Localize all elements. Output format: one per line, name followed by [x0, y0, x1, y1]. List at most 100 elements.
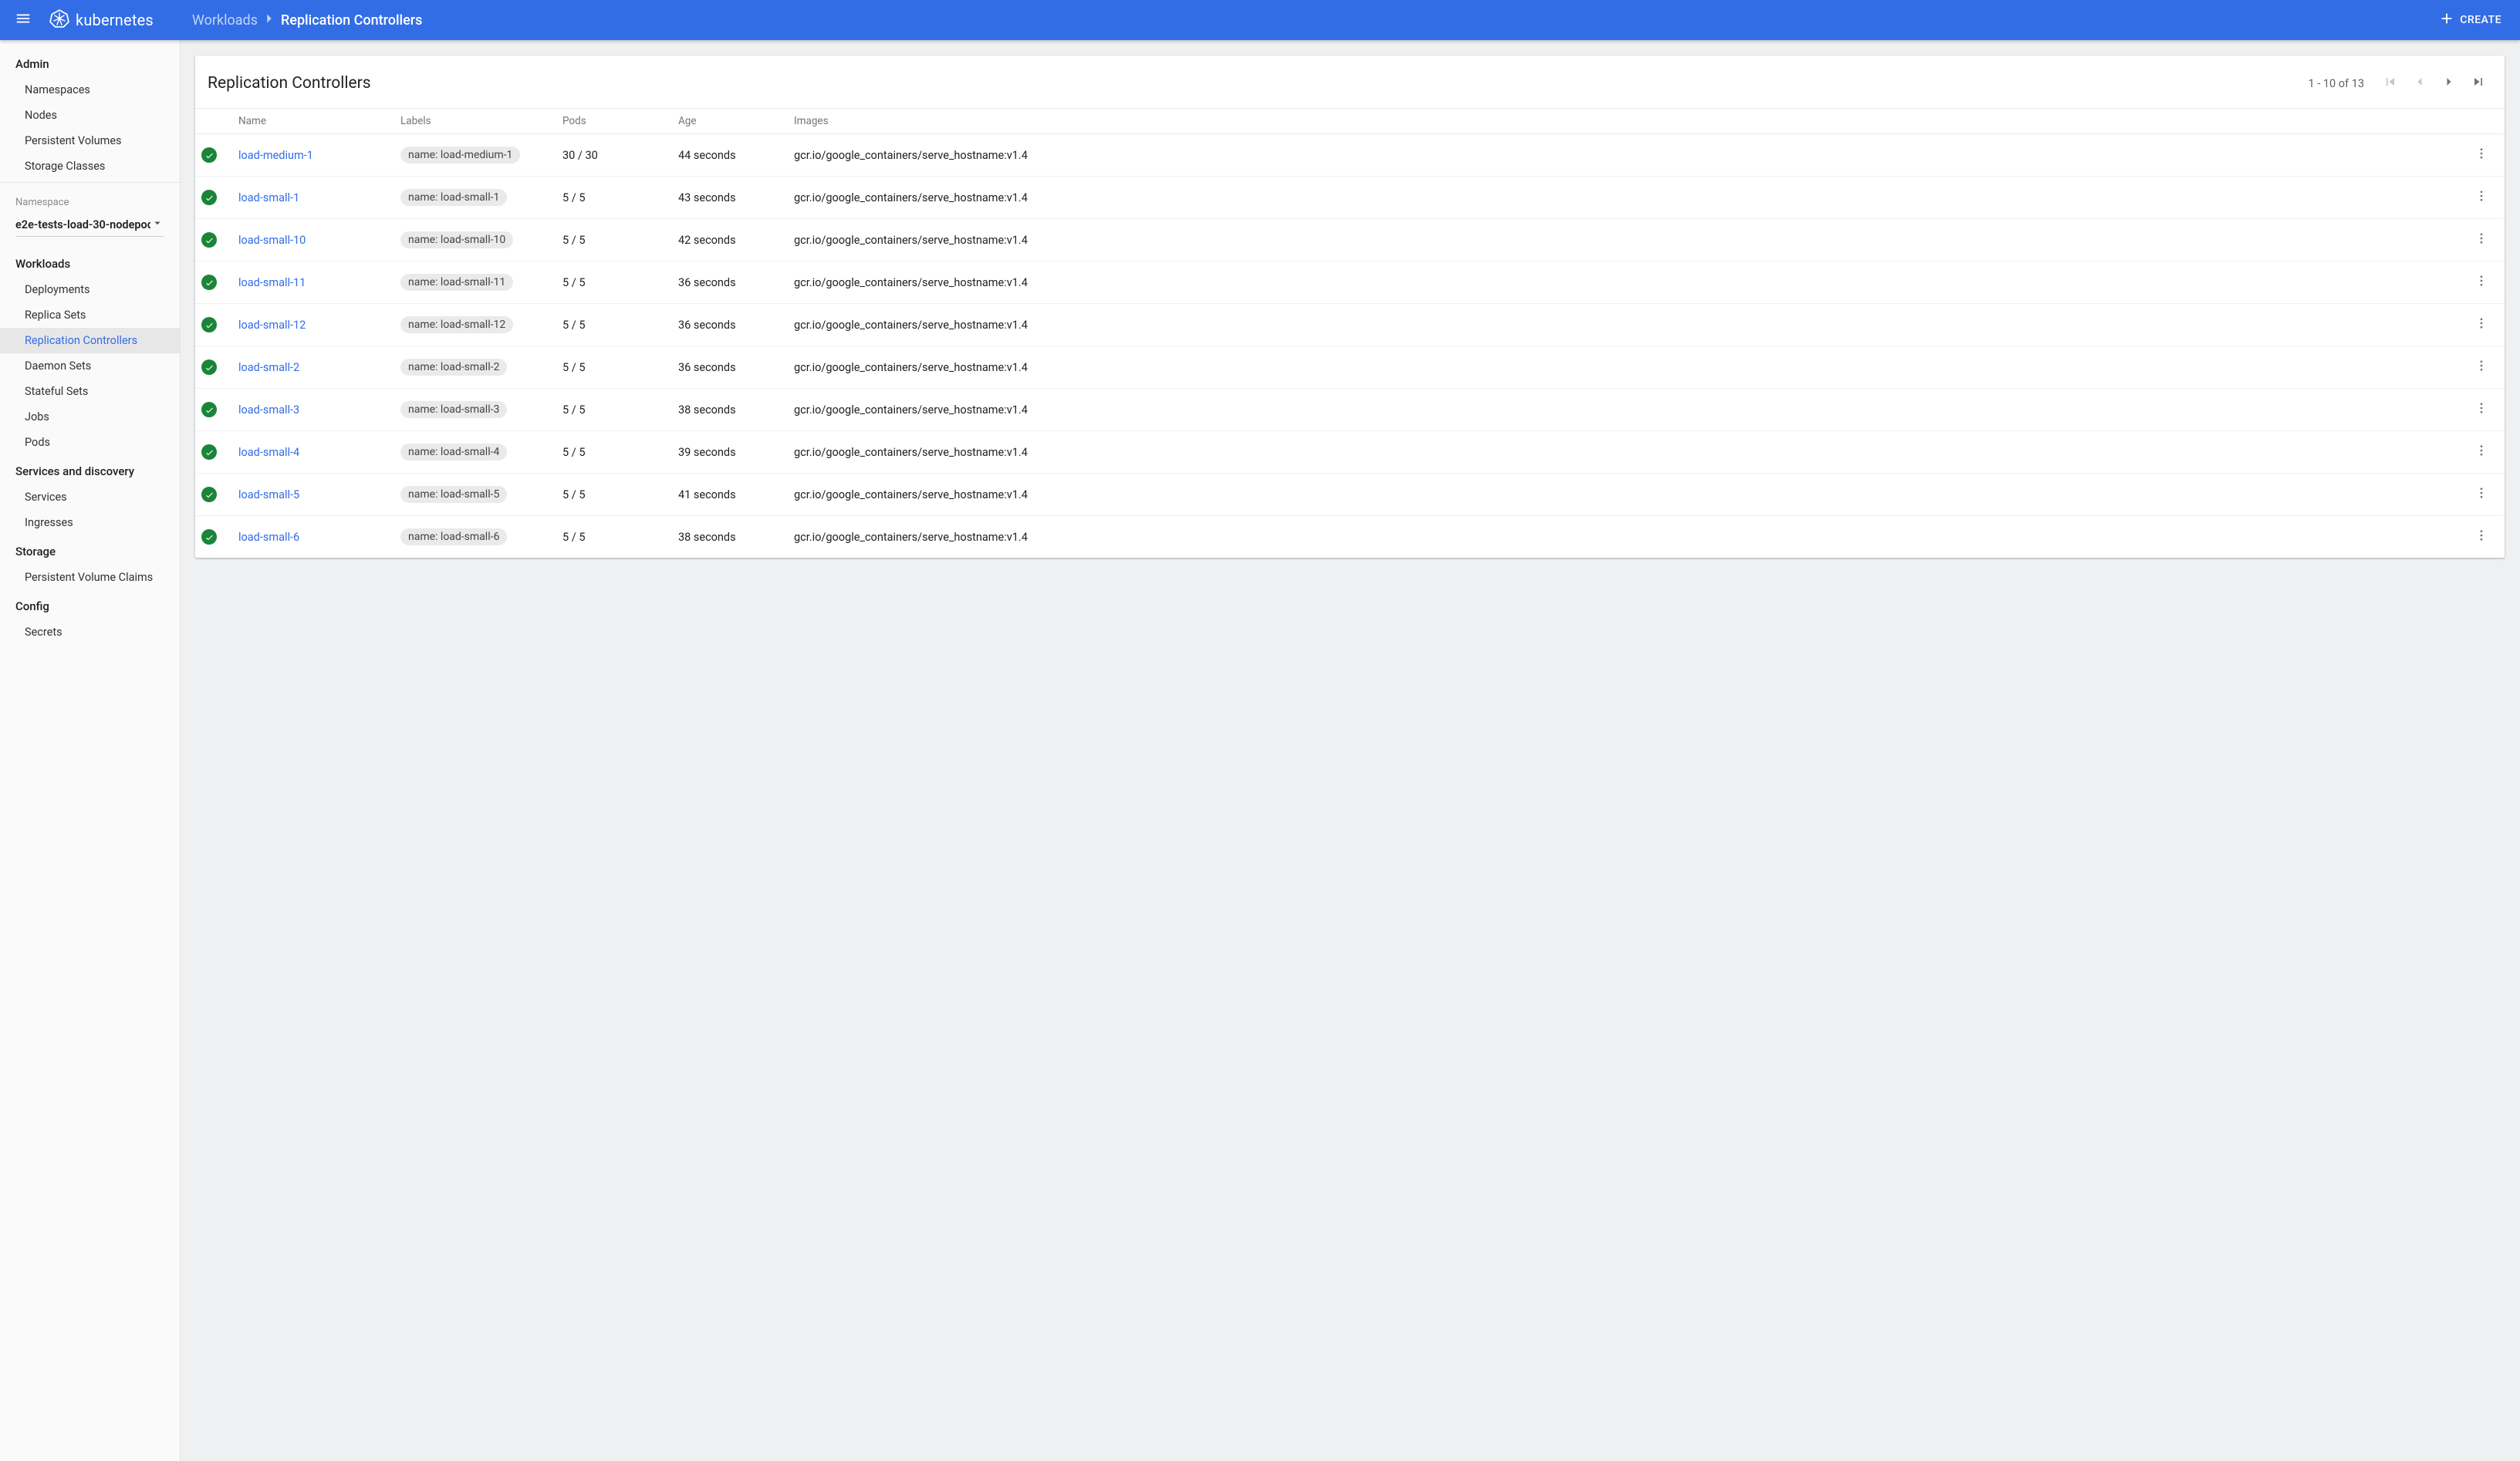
row-actions-button[interactable] [2468, 396, 2495, 423]
rc-name-link[interactable]: load-small-12 [238, 319, 306, 332]
breadcrumb: Workloads Replication Controllers [192, 10, 422, 31]
row-actions-button[interactable] [2468, 353, 2495, 381]
age-cell: 36 seconds [672, 261, 788, 304]
rc-name-link[interactable]: load-small-3 [238, 403, 299, 417]
pagination: 1 - 10 of 13 [2309, 69, 2492, 97]
rc-name-link[interactable]: load-small-1 [238, 191, 299, 204]
row-actions-button[interactable] [2468, 268, 2495, 296]
image-cell: gcr.io/google_containers/serve_hostname:… [788, 516, 2466, 558]
row-actions-button[interactable] [2468, 438, 2495, 466]
pagination-last-button[interactable] [2464, 69, 2492, 97]
sidebar-item-persistent-volumes[interactable]: Persistent Volumes [0, 128, 180, 154]
table-row: load-small-1name: load-small-15 / 543 se… [195, 177, 2505, 219]
status-ok-icon [201, 232, 217, 248]
label-chip: name: load-small-4 [400, 444, 507, 461]
rc-list-card: Replication Controllers 1 - 10 of 13 [195, 56, 2505, 558]
pods-cell: 5 / 5 [556, 261, 672, 304]
more-vert-icon [2474, 316, 2488, 333]
sidebar-item-replication-controllers[interactable]: Replication Controllers [0, 328, 180, 353]
age-cell: 38 seconds [672, 389, 788, 431]
label-chip: name: load-medium-1 [400, 147, 520, 164]
create-button[interactable]: CREATE [2430, 5, 2509, 35]
sidebar-item-ingresses[interactable]: Ingresses [0, 510, 180, 535]
app-header: kubernetes Workloads Replication Control… [0, 0, 2520, 40]
sidebar-heading-services-discovery: Services and discovery [0, 455, 180, 484]
age-cell: 44 seconds [672, 134, 788, 177]
label-chip: name: load-small-6 [400, 528, 507, 545]
pods-cell: 5 / 5 [556, 389, 672, 431]
menu-toggle-button[interactable] [8, 5, 39, 35]
namespace-selected: e2e-tests-load-30-nodepods-1- [15, 218, 150, 231]
plus-icon [2438, 10, 2455, 30]
sidebar-item-secrets[interactable]: Secrets [0, 619, 180, 645]
column-header-age[interactable]: Age [672, 109, 788, 134]
sidebar-item-namespaces[interactable]: Namespaces [0, 77, 180, 103]
status-ok-icon [201, 190, 217, 205]
sidebar-item-replica-sets[interactable]: Replica Sets [0, 302, 180, 328]
label-chip: name: load-small-12 [400, 316, 513, 333]
row-actions-button[interactable] [2468, 226, 2495, 254]
column-header-pods[interactable]: Pods [556, 109, 672, 134]
row-actions-button[interactable] [2468, 481, 2495, 508]
status-ok-icon [201, 487, 217, 502]
kubernetes-logo-icon [49, 8, 69, 32]
sidebar-item-pods[interactable]: Pods [0, 430, 180, 455]
image-cell: gcr.io/google_containers/serve_hostname:… [788, 261, 2466, 304]
age-cell: 36 seconds [672, 346, 788, 389]
column-header-labels[interactable]: Labels [394, 109, 556, 134]
image-cell: gcr.io/google_containers/serve_hostname:… [788, 431, 2466, 474]
column-header-images[interactable]: Images [788, 109, 2466, 134]
card-header: Replication Controllers 1 - 10 of 13 [195, 56, 2505, 109]
rc-name-link[interactable]: load-small-10 [238, 234, 306, 247]
row-actions-button[interactable] [2468, 184, 2495, 211]
row-actions-button[interactable] [2468, 311, 2495, 339]
image-cell: gcr.io/google_containers/serve_hostname:… [788, 304, 2466, 346]
column-header-name[interactable]: Name [232, 109, 394, 134]
chevron-left-icon [2412, 74, 2427, 93]
pagination-next-button[interactable] [2435, 69, 2463, 97]
breadcrumb-current: Replication Controllers [281, 12, 422, 29]
table-row: load-small-3name: load-small-35 / 538 se… [195, 389, 2505, 431]
table-row: load-small-11name: load-small-115 / 536 … [195, 261, 2505, 304]
rc-name-link[interactable]: load-small-5 [238, 488, 299, 501]
sidebar-item-deployments[interactable]: Deployments [0, 277, 180, 302]
pods-cell: 30 / 30 [556, 134, 672, 177]
content-area: Replication Controllers 1 - 10 of 13 [180, 40, 2520, 1461]
chevron-right-icon [2441, 74, 2457, 93]
sidebar-item-jobs[interactable]: Jobs [0, 404, 180, 430]
sidebar-heading-admin: Admin [0, 48, 180, 77]
sidebar-item-services[interactable]: Services [0, 484, 180, 510]
more-vert-icon [2474, 274, 2488, 291]
row-actions-button[interactable] [2468, 141, 2495, 169]
pagination-first-button[interactable] [2376, 69, 2404, 97]
rc-name-link[interactable]: load-small-11 [238, 276, 306, 289]
table-row: load-small-5name: load-small-55 / 541 se… [195, 474, 2505, 516]
more-vert-icon [2474, 444, 2488, 461]
brand-text: kubernetes [76, 11, 154, 29]
sidebar-item-stateful-sets[interactable]: Stateful Sets [0, 379, 180, 404]
image-cell: gcr.io/google_containers/serve_hostname:… [788, 389, 2466, 431]
label-chip: name: load-small-2 [400, 359, 507, 376]
rc-name-link[interactable]: load-small-6 [238, 531, 299, 544]
chevron-down-icon [150, 216, 164, 233]
row-actions-button[interactable] [2468, 523, 2495, 551]
sidebar-heading-storage: Storage [0, 535, 180, 565]
chevron-right-icon [258, 10, 281, 31]
rc-name-link[interactable]: load-small-4 [238, 446, 299, 459]
pods-cell: 5 / 5 [556, 516, 672, 558]
rc-name-link[interactable]: load-small-2 [238, 361, 299, 374]
create-button-label: CREATE [2460, 14, 2501, 26]
pagination-prev-button[interactable] [2406, 69, 2434, 97]
age-cell: 36 seconds [672, 304, 788, 346]
breadcrumb-parent[interactable]: Workloads [192, 12, 258, 29]
status-ok-icon [201, 275, 217, 290]
image-cell: gcr.io/google_containers/serve_hostname:… [788, 177, 2466, 219]
sidebar-item-storage-classes[interactable]: Storage Classes [0, 154, 180, 179]
card-title: Replication Controllers [208, 74, 371, 93]
rc-name-link[interactable]: load-medium-1 [238, 149, 313, 162]
sidebar-item-daemon-sets[interactable]: Daemon Sets [0, 353, 180, 379]
sidebar-item-nodes[interactable]: Nodes [0, 103, 180, 128]
sidebar-item-pvc[interactable]: Persistent Volume Claims [0, 565, 180, 590]
namespace-select[interactable]: e2e-tests-load-30-nodepods-1- [15, 213, 164, 237]
image-cell: gcr.io/google_containers/serve_hostname:… [788, 474, 2466, 516]
